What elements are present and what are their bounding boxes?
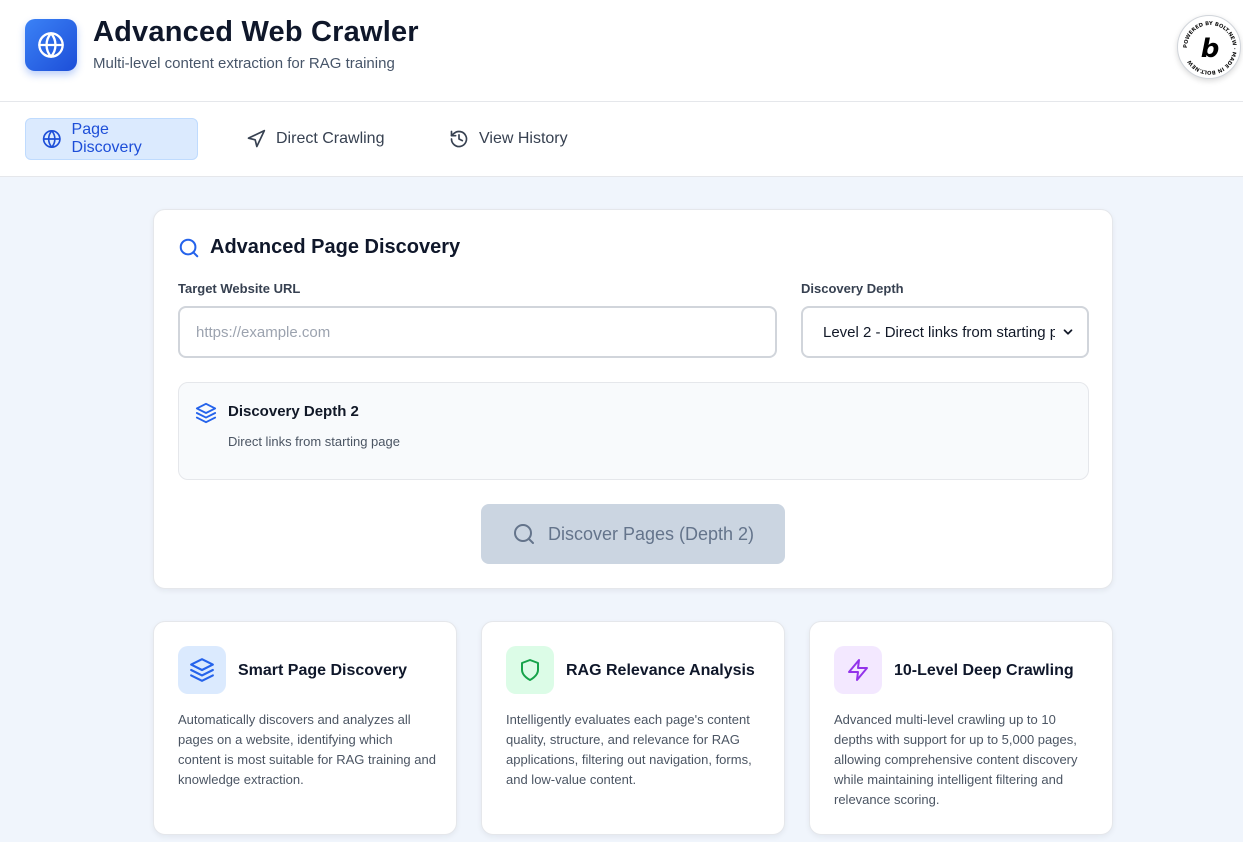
layers-icon [195,402,217,424]
tab-bar: Page Discovery Direct Crawling View Hist… [0,102,1243,177]
feature-title: 10-Level Deep Crawling [894,662,1074,679]
discover-pages-button[interactable]: Discover Pages (Depth 2) [481,504,785,564]
depth-info-box: Discovery Depth 2 Direct links from star… [178,382,1089,480]
info-title: Discovery Depth 2 [228,403,359,420]
globe-icon [42,130,61,148]
discovery-card: Advanced Page Discovery Target Website U… [153,209,1113,589]
search-icon [179,238,199,257]
section-title: Advanced Page Discovery [178,236,460,259]
app-header: Advanced Web Crawler Multi-level content… [0,0,1243,102]
url-input[interactable] [178,306,777,358]
section-title-text: Advanced Page Discovery [210,236,461,258]
tab-page-discovery[interactable]: Page Discovery [25,118,198,160]
tab-direct-crawling[interactable]: Direct Crawling [230,118,400,160]
tab-view-history[interactable]: View History [433,118,584,160]
feature-description: Automatically discovers and analyzes all… [178,712,436,787]
chevron-down-icon [1063,329,1073,335]
badge-letter: b [1201,34,1220,64]
feature-title: Smart Page Discovery [238,662,407,679]
depth-label: Discovery Depth [801,281,904,296]
discover-button-label: Discover Pages (Depth 2) [547,523,755,544]
layers-icon [178,646,226,694]
feature-card-rag-relevance: RAG Relevance Analysis Intelligently eva… [481,621,785,835]
info-description: Direct links from starting page [228,434,400,449]
bolt-badge[interactable]: POWERED BY BOLT.NEW · MADE IN BOLT.NEW b [1177,15,1241,79]
send-icon [247,129,266,148]
globe-logo-icon [25,19,77,71]
feature-description: Advanced multi-level crawling up to 10 d… [834,712,1078,807]
app-title: Advanced Web Crawler [93,16,419,48]
app-subtitle: Multi-level content extraction for RAG t… [93,55,395,72]
depth-select-value: Level 2 - Direct links from starting pag… [823,323,1055,341]
search-icon [513,524,534,544]
shield-icon [506,646,554,694]
tab-label: Page Discovery [71,121,142,156]
feature-card-smart-discovery: Smart Page Discovery Automatically disco… [153,621,457,835]
url-label: Target Website URL [178,281,301,296]
tab-label: Direct Crawling [276,130,385,147]
feature-card-deep-crawling: 10-Level Deep Crawling Advanced multi-le… [809,621,1113,835]
history-icon [450,130,468,148]
depth-select[interactable]: Level 2 - Direct links from starting pag… [801,306,1089,358]
feature-description: Intelligently evaluates each page's cont… [506,712,752,787]
feature-title: RAG Relevance Analysis [566,662,755,679]
tab-label: View History [479,130,568,147]
zap-icon [834,646,882,694]
